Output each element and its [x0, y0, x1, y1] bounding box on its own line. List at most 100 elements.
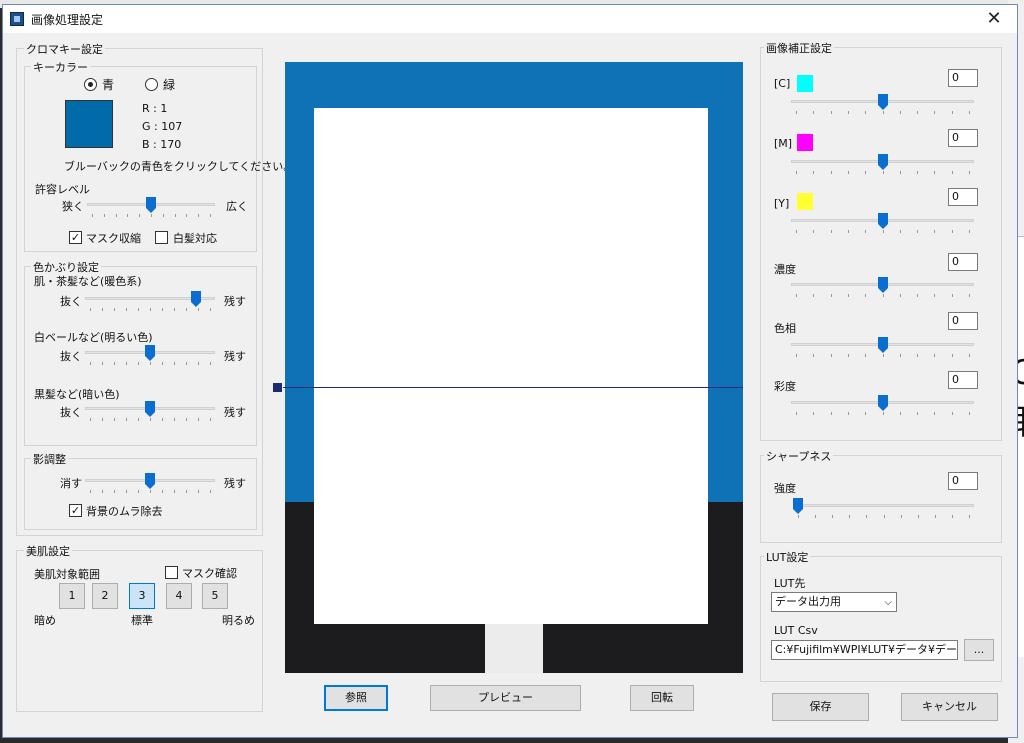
saturation-slider[interactable] [791, 395, 974, 417]
correction-c-label: [C] [774, 77, 791, 90]
sharpness-strength-label: 強度 [774, 482, 796, 495]
cancel-button[interactable]: キャンセル [901, 693, 998, 721]
radio-blue[interactable] [84, 78, 97, 91]
guide-handle[interactable] [273, 383, 282, 392]
tolerance-right-label: 広く [226, 200, 248, 213]
lut-csv-path-field[interactable]: C:¥Fujifilm¥WPI¥LUT¥データ¥デー [771, 640, 958, 660]
skin-level-4-button[interactable]: 4 [166, 583, 192, 609]
slider-tick [210, 214, 211, 217]
slider-tick [126, 308, 127, 311]
correction-m-label: [M] [774, 137, 793, 150]
hue-value[interactable]: 0 [948, 312, 978, 330]
skin-level-2-button[interactable]: 2 [92, 583, 118, 609]
skin-level-1-button[interactable]: 1 [59, 583, 85, 609]
tolerance-slider[interactable] [87, 197, 215, 219]
slider-tick [150, 418, 151, 421]
slider-tick [900, 294, 901, 297]
slider-tick [102, 362, 103, 365]
slider-ticks [85, 490, 215, 494]
saturation-value[interactable]: 0 [948, 371, 978, 389]
slider-thumb[interactable] [793, 498, 803, 514]
correction-y-slider[interactable] [791, 213, 974, 235]
sharpness-slider[interactable] [793, 498, 974, 520]
rotate-button[interactable]: 回転 [630, 685, 694, 711]
slider-thumb[interactable] [878, 94, 888, 110]
slider-tick [138, 490, 139, 493]
correction-m-value[interactable]: 0 [948, 129, 978, 147]
lut-dest-select[interactable]: データ出力用 ⌵ [771, 592, 897, 612]
shadow-legend: 影調整 [31, 451, 68, 467]
slider-tick [174, 308, 175, 311]
slider-tick [127, 214, 128, 217]
rgb-r-value: R : 1 [142, 102, 168, 115]
slider-tick [174, 490, 175, 493]
close-icon: ✕ [986, 8, 1002, 29]
slider-tick [884, 515, 885, 518]
slider-tick [917, 354, 918, 357]
slider-thumb[interactable] [878, 277, 888, 293]
skin-level-3-button[interactable]: 3 [129, 583, 155, 609]
yellow-swatch [797, 193, 813, 210]
slider-tick [848, 354, 849, 357]
slider-ticks [791, 354, 974, 358]
density-value[interactable]: 0 [948, 253, 978, 271]
save-button[interactable]: 保存 [772, 693, 869, 721]
radio-green[interactable] [145, 78, 158, 91]
slider-tick [952, 171, 953, 174]
slider-tick [150, 308, 151, 311]
lut-legend: LUT設定 [764, 549, 811, 565]
slider-tick [114, 490, 115, 493]
slider-tick [917, 230, 918, 233]
slider-tick [969, 294, 970, 297]
slider-tick [162, 418, 163, 421]
slider-thumb[interactable] [191, 291, 201, 307]
shadow-slider[interactable] [85, 473, 215, 495]
preview-button[interactable]: プレビュー [430, 685, 581, 711]
cast-warm-left-label: 抜く [60, 295, 82, 308]
slider-thumb[interactable] [146, 197, 156, 213]
correction-y-value[interactable]: 0 [948, 188, 978, 206]
correction-c-value[interactable]: 0 [948, 69, 978, 87]
mask-check-checkbox[interactable] [165, 566, 178, 579]
slider-thumb[interactable] [145, 401, 155, 417]
skin-bright-label: 明るめ [222, 614, 255, 627]
slider-tick [952, 515, 953, 518]
hue-slider[interactable] [791, 337, 974, 359]
slider-tick [138, 418, 139, 421]
white-hair-checkbox[interactable] [155, 231, 168, 244]
image-preview[interactable] [285, 62, 743, 673]
slider-tick [186, 308, 187, 311]
sharpness-value[interactable]: 0 [948, 472, 978, 490]
correction-m-slider[interactable] [791, 154, 974, 176]
slider-thumb[interactable] [878, 395, 888, 411]
mask-check-label: マスク確認 [182, 567, 237, 580]
slider-tick [210, 308, 211, 311]
slider-tick [831, 412, 832, 415]
slider-thumb[interactable] [878, 154, 888, 170]
cast-warm-slider[interactable] [85, 291, 215, 313]
browse-button[interactable]: 参照 [324, 685, 388, 711]
skin-level-5-button[interactable]: 5 [202, 583, 228, 609]
bg-unevenness-checkbox[interactable]: ✓ [69, 504, 82, 517]
slider-tick [865, 294, 866, 297]
slider-tick [969, 230, 970, 233]
cast-bright-slider[interactable] [85, 345, 215, 367]
lut-csv-browse-button[interactable]: ... [964, 639, 994, 661]
cast-dark-slider[interactable] [85, 401, 215, 423]
slider-thumb[interactable] [878, 337, 888, 353]
cast-bright-title: 白ベールなど(明るい色) [34, 331, 153, 344]
slider-tick [935, 515, 936, 518]
slider-tick [865, 111, 866, 114]
cast-dark-right-label: 残す [224, 406, 246, 419]
slider-thumb[interactable] [878, 213, 888, 229]
correction-c-slider[interactable] [791, 94, 974, 116]
slider-tick [952, 230, 953, 233]
close-button[interactable]: ✕ [979, 7, 1009, 31]
key-color-swatch[interactable] [65, 100, 113, 148]
slider-thumb[interactable] [145, 345, 155, 361]
slider-tick [969, 111, 970, 114]
slider-thumb[interactable] [145, 473, 155, 489]
slider-tick [917, 294, 918, 297]
mask-shrink-checkbox[interactable]: ✓ [69, 231, 82, 244]
density-slider[interactable] [791, 277, 974, 299]
